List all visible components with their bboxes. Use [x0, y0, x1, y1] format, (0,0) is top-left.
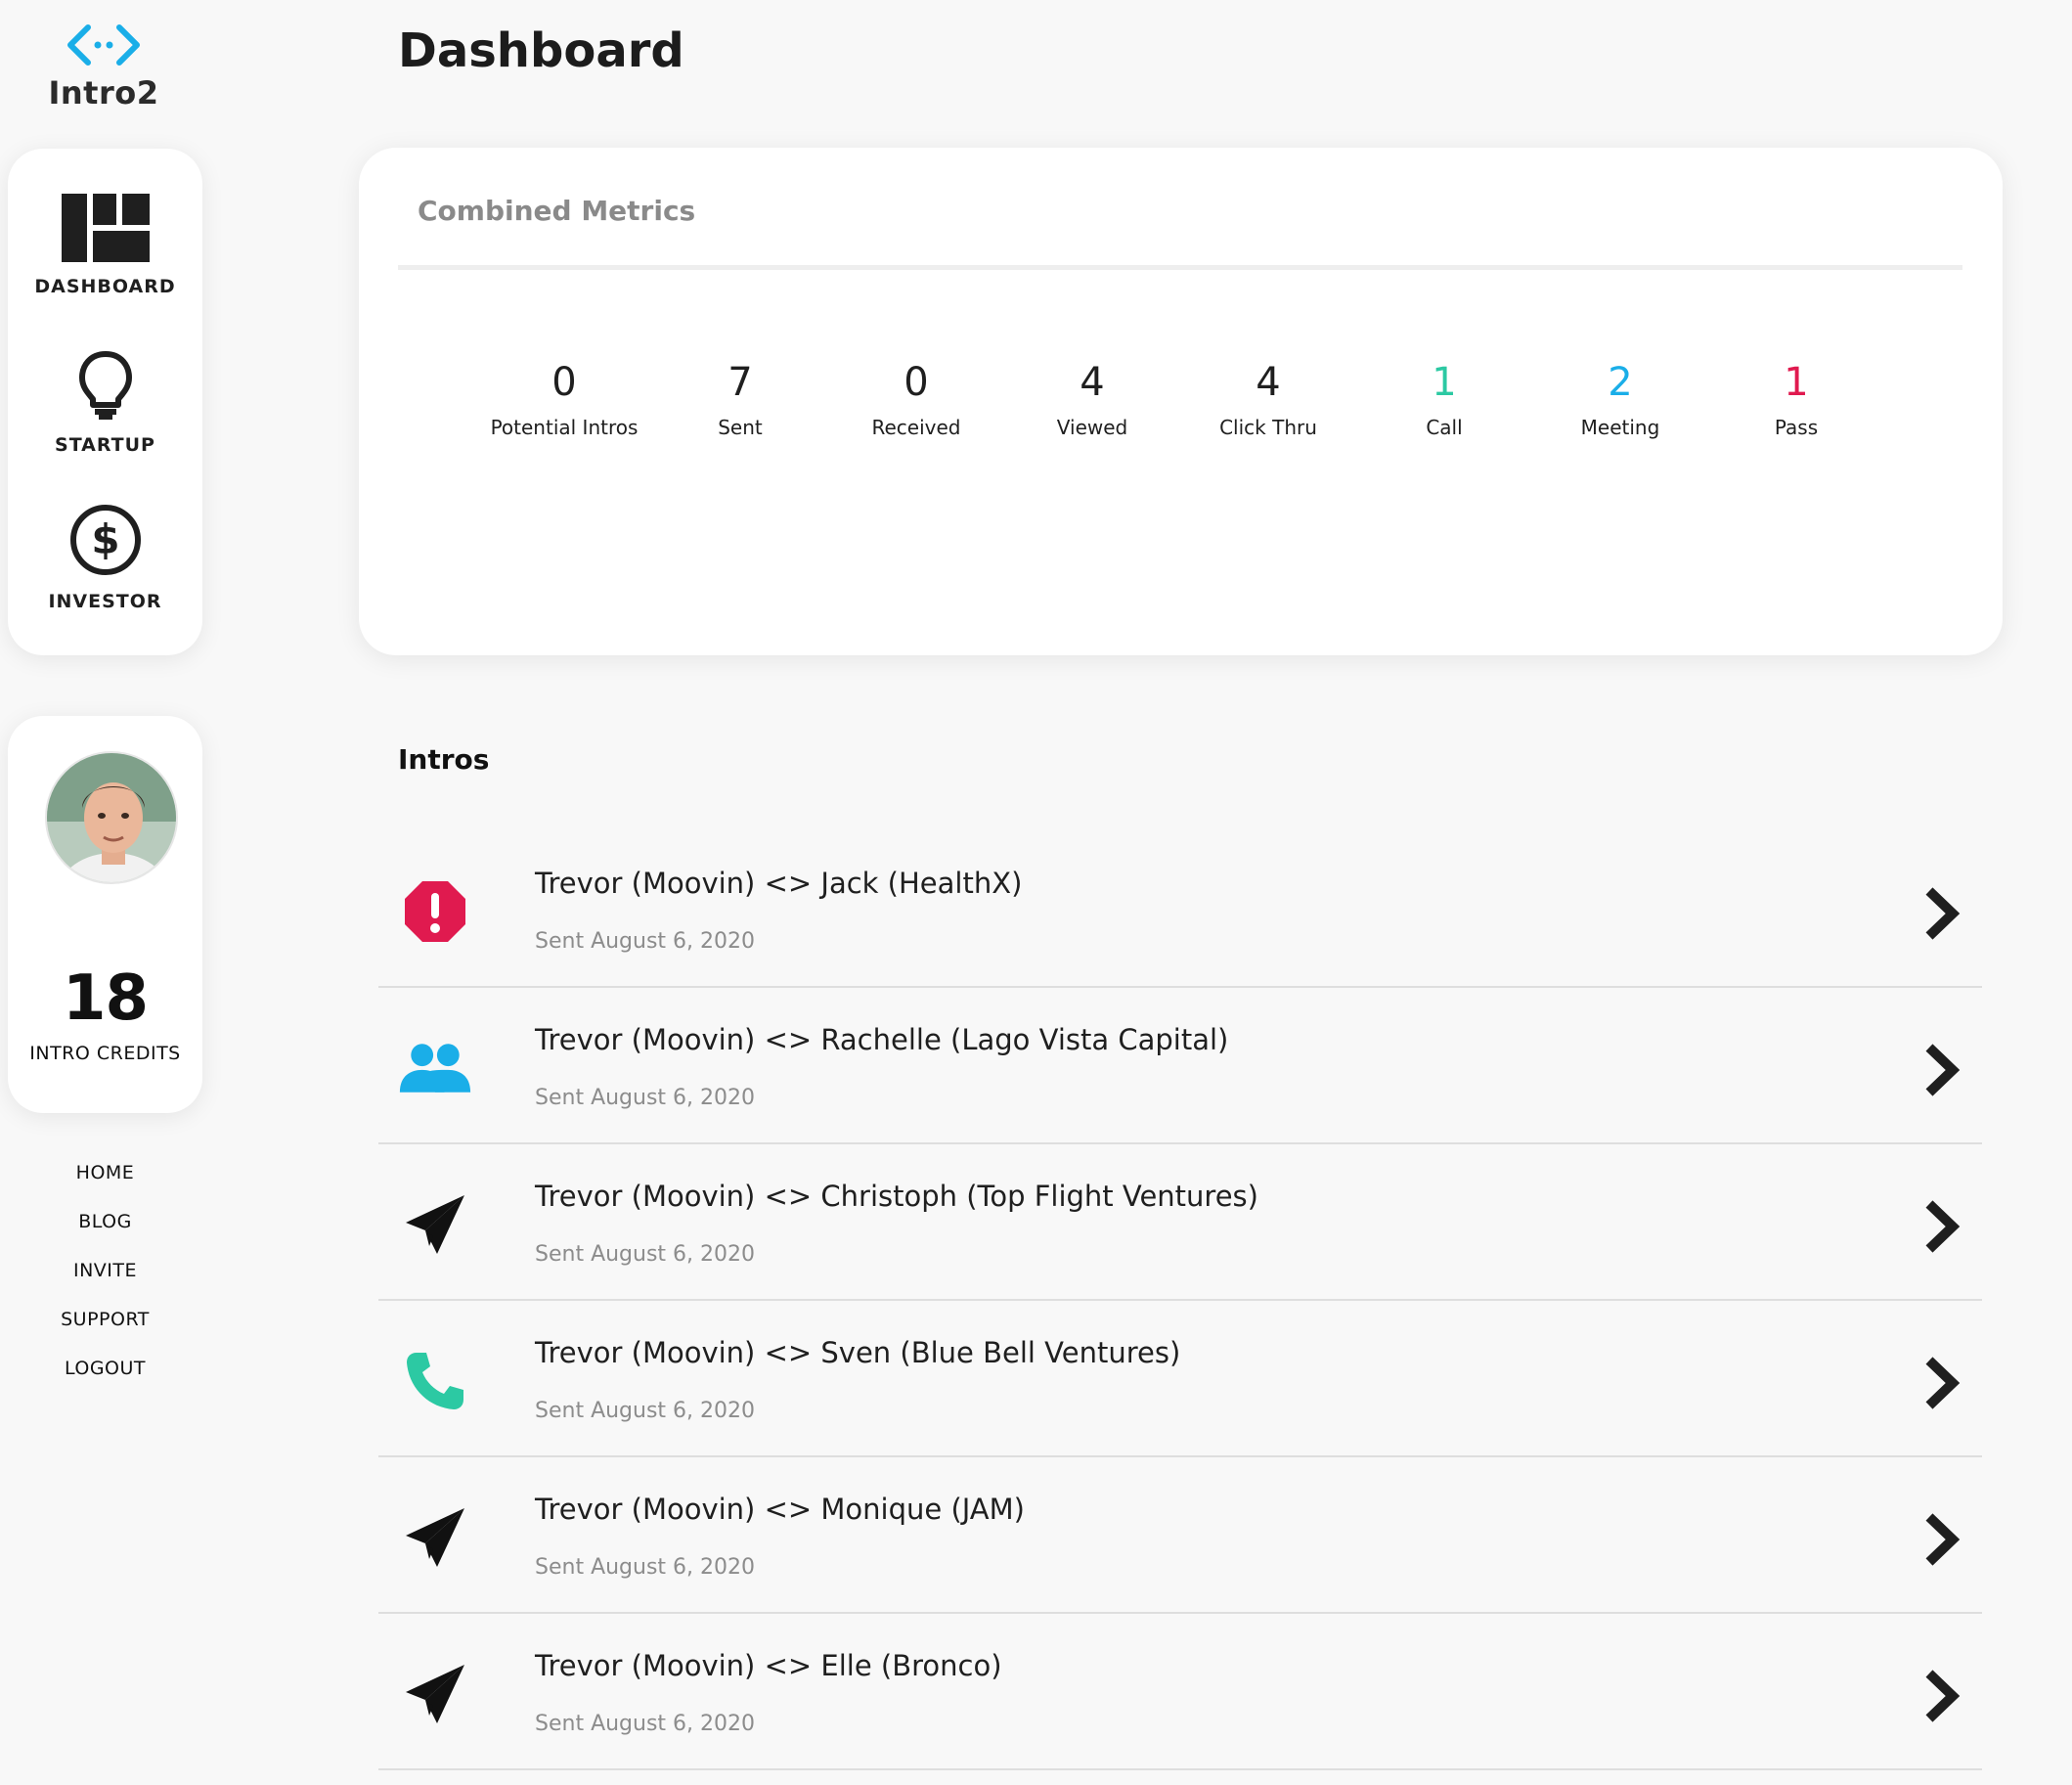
- footer-links: HOME BLOG INVITE SUPPORT LOGOUT: [8, 1158, 202, 1403]
- brand-logo[interactable]: Intro2: [8, 22, 199, 112]
- metric-value: 7: [727, 360, 753, 405]
- chevron-right-icon[interactable]: [1919, 1354, 1962, 1412]
- intros-list: Trevor (Moovin) <> Jack (HealthX) Sent A…: [378, 831, 1982, 1770]
- avatar-image: [47, 753, 176, 882]
- chevron-right-icon[interactable]: [1919, 1041, 1962, 1099]
- chevron-right-icon[interactable]: [1919, 1197, 1962, 1256]
- metric-label: Potential Intros: [490, 416, 639, 439]
- paper-plane-icon: [398, 1657, 472, 1731]
- metric-received: 0 Received: [828, 357, 1004, 439]
- profile-card: 18 INTRO CREDITS: [8, 716, 202, 1113]
- metric-label: Viewed: [1056, 416, 1128, 439]
- metric-value: 0: [551, 360, 577, 405]
- chevron-right-icon[interactable]: [1919, 884, 1962, 943]
- footer-link-logout[interactable]: LOGOUT: [65, 1354, 146, 1403]
- intro-row[interactable]: Trevor (Moovin) <> Christoph (Top Flight…: [378, 1144, 1982, 1301]
- alert-octagon-icon: [398, 874, 472, 949]
- intro-credits-label: INTRO CREDITS: [29, 1043, 181, 1064]
- footer-link-invite[interactable]: INVITE: [73, 1256, 137, 1305]
- metric-value: 4: [1080, 360, 1105, 405]
- intro-date: Sent August 6, 2020: [535, 1242, 756, 1267]
- intro-title: Trevor (Moovin) <> Jack (HealthX): [535, 867, 1023, 900]
- metric-label: Sent: [718, 416, 763, 439]
- people-icon: [398, 1031, 472, 1105]
- dollar-circle-icon: $: [69, 505, 141, 575]
- intro-row[interactable]: Trevor (Moovin) <> Sven (Blue Bell Ventu…: [378, 1301, 1982, 1457]
- sidebar-item-investor[interactable]: $ INVESTOR: [8, 503, 202, 612]
- footer-link-support[interactable]: SUPPORT: [61, 1305, 150, 1354]
- metric-value: 1: [1784, 360, 1809, 405]
- phone-icon: [398, 1344, 472, 1418]
- metrics-divider: [398, 265, 1962, 270]
- paper-plane-icon: [398, 1187, 472, 1262]
- intro-row[interactable]: Trevor (Moovin) <> Rachelle (Lago Vista …: [378, 988, 1982, 1144]
- svg-text:$: $: [91, 515, 119, 563]
- sidebar-item-label: INVESTOR: [48, 591, 162, 612]
- intro-date: Sent August 6, 2020: [535, 1712, 756, 1736]
- metric-meeting: 2 Meeting: [1532, 357, 1708, 439]
- lightbulb-icon: [78, 351, 132, 420]
- brand-name: Intro2: [48, 74, 159, 112]
- metrics-title: Combined Metrics: [418, 195, 696, 227]
- metric-pass: 1 Pass: [1708, 357, 1884, 439]
- intro-title: Trevor (Moovin) <> Monique (JAM): [535, 1493, 1025, 1526]
- intro-credits-count: 18: [62, 962, 149, 1035]
- metric-sent: 7 Sent: [652, 357, 828, 439]
- metric-potential-intros: 0 Potential Intros: [476, 357, 652, 439]
- intro-row[interactable]: Trevor (Moovin) <> Jack (HealthX) Sent A…: [378, 831, 1982, 988]
- intro-date: Sent August 6, 2020: [535, 1086, 756, 1110]
- sidebar-item-label: DASHBOARD: [34, 276, 176, 297]
- intro-title: Trevor (Moovin) <> Elle (Bronco): [535, 1649, 1002, 1682]
- metric-value: 2: [1608, 360, 1633, 405]
- intro-row[interactable]: Trevor (Moovin) <> Elle (Bronco) Sent Au…: [378, 1614, 1982, 1770]
- metric-value: 1: [1432, 360, 1457, 405]
- intro-date: Sent August 6, 2020: [535, 1555, 756, 1580]
- chevron-right-icon[interactable]: [1919, 1510, 1962, 1569]
- metric-viewed: 4 Viewed: [1004, 357, 1180, 439]
- sidebar-item-label: STARTUP: [55, 434, 155, 456]
- metric-label: Meeting: [1580, 416, 1660, 439]
- combined-metrics-card: Combined Metrics 0 Potential Intros 7 Se…: [359, 148, 2003, 655]
- code-brackets-icon: [67, 24, 140, 66]
- metric-value: 4: [1256, 360, 1281, 405]
- intro-row[interactable]: Trevor (Moovin) <> Monique (JAM) Sent Au…: [378, 1457, 1982, 1614]
- intro-title: Trevor (Moovin) <> Sven (Blue Bell Ventu…: [535, 1336, 1181, 1369]
- intro-date: Sent August 6, 2020: [535, 929, 756, 954]
- paper-plane-icon: [398, 1500, 472, 1575]
- intros-section-title: Intros: [398, 743, 490, 776]
- intro-title: Trevor (Moovin) <> Rachelle (Lago Vista …: [535, 1023, 1229, 1056]
- metric-label: Call: [1426, 416, 1463, 439]
- metric-call: 1 Call: [1356, 357, 1532, 439]
- metric-label: Pass: [1774, 416, 1819, 439]
- footer-link-home[interactable]: HOME: [76, 1158, 135, 1207]
- sidebar-item-startup[interactable]: STARTUP: [8, 350, 202, 456]
- sidebar-item-dashboard[interactable]: DASHBOARD: [8, 194, 202, 297]
- metric-value: 0: [904, 360, 929, 405]
- dashboard-icon: [61, 194, 150, 262]
- metric-click-thru: 4 Click Thru: [1180, 357, 1356, 439]
- avatar[interactable]: [45, 751, 178, 884]
- chevron-right-icon[interactable]: [1919, 1667, 1962, 1725]
- intro-title: Trevor (Moovin) <> Christoph (Top Flight…: [535, 1180, 1258, 1213]
- metric-label: Received: [871, 416, 961, 439]
- page-title: Dashboard: [398, 23, 684, 78]
- intro-date: Sent August 6, 2020: [535, 1399, 756, 1423]
- sidebar-nav: DASHBOARD STARTUP $ INVESTOR: [8, 149, 202, 655]
- footer-link-blog[interactable]: BLOG: [78, 1207, 132, 1256]
- metric-label: Click Thru: [1219, 416, 1317, 439]
